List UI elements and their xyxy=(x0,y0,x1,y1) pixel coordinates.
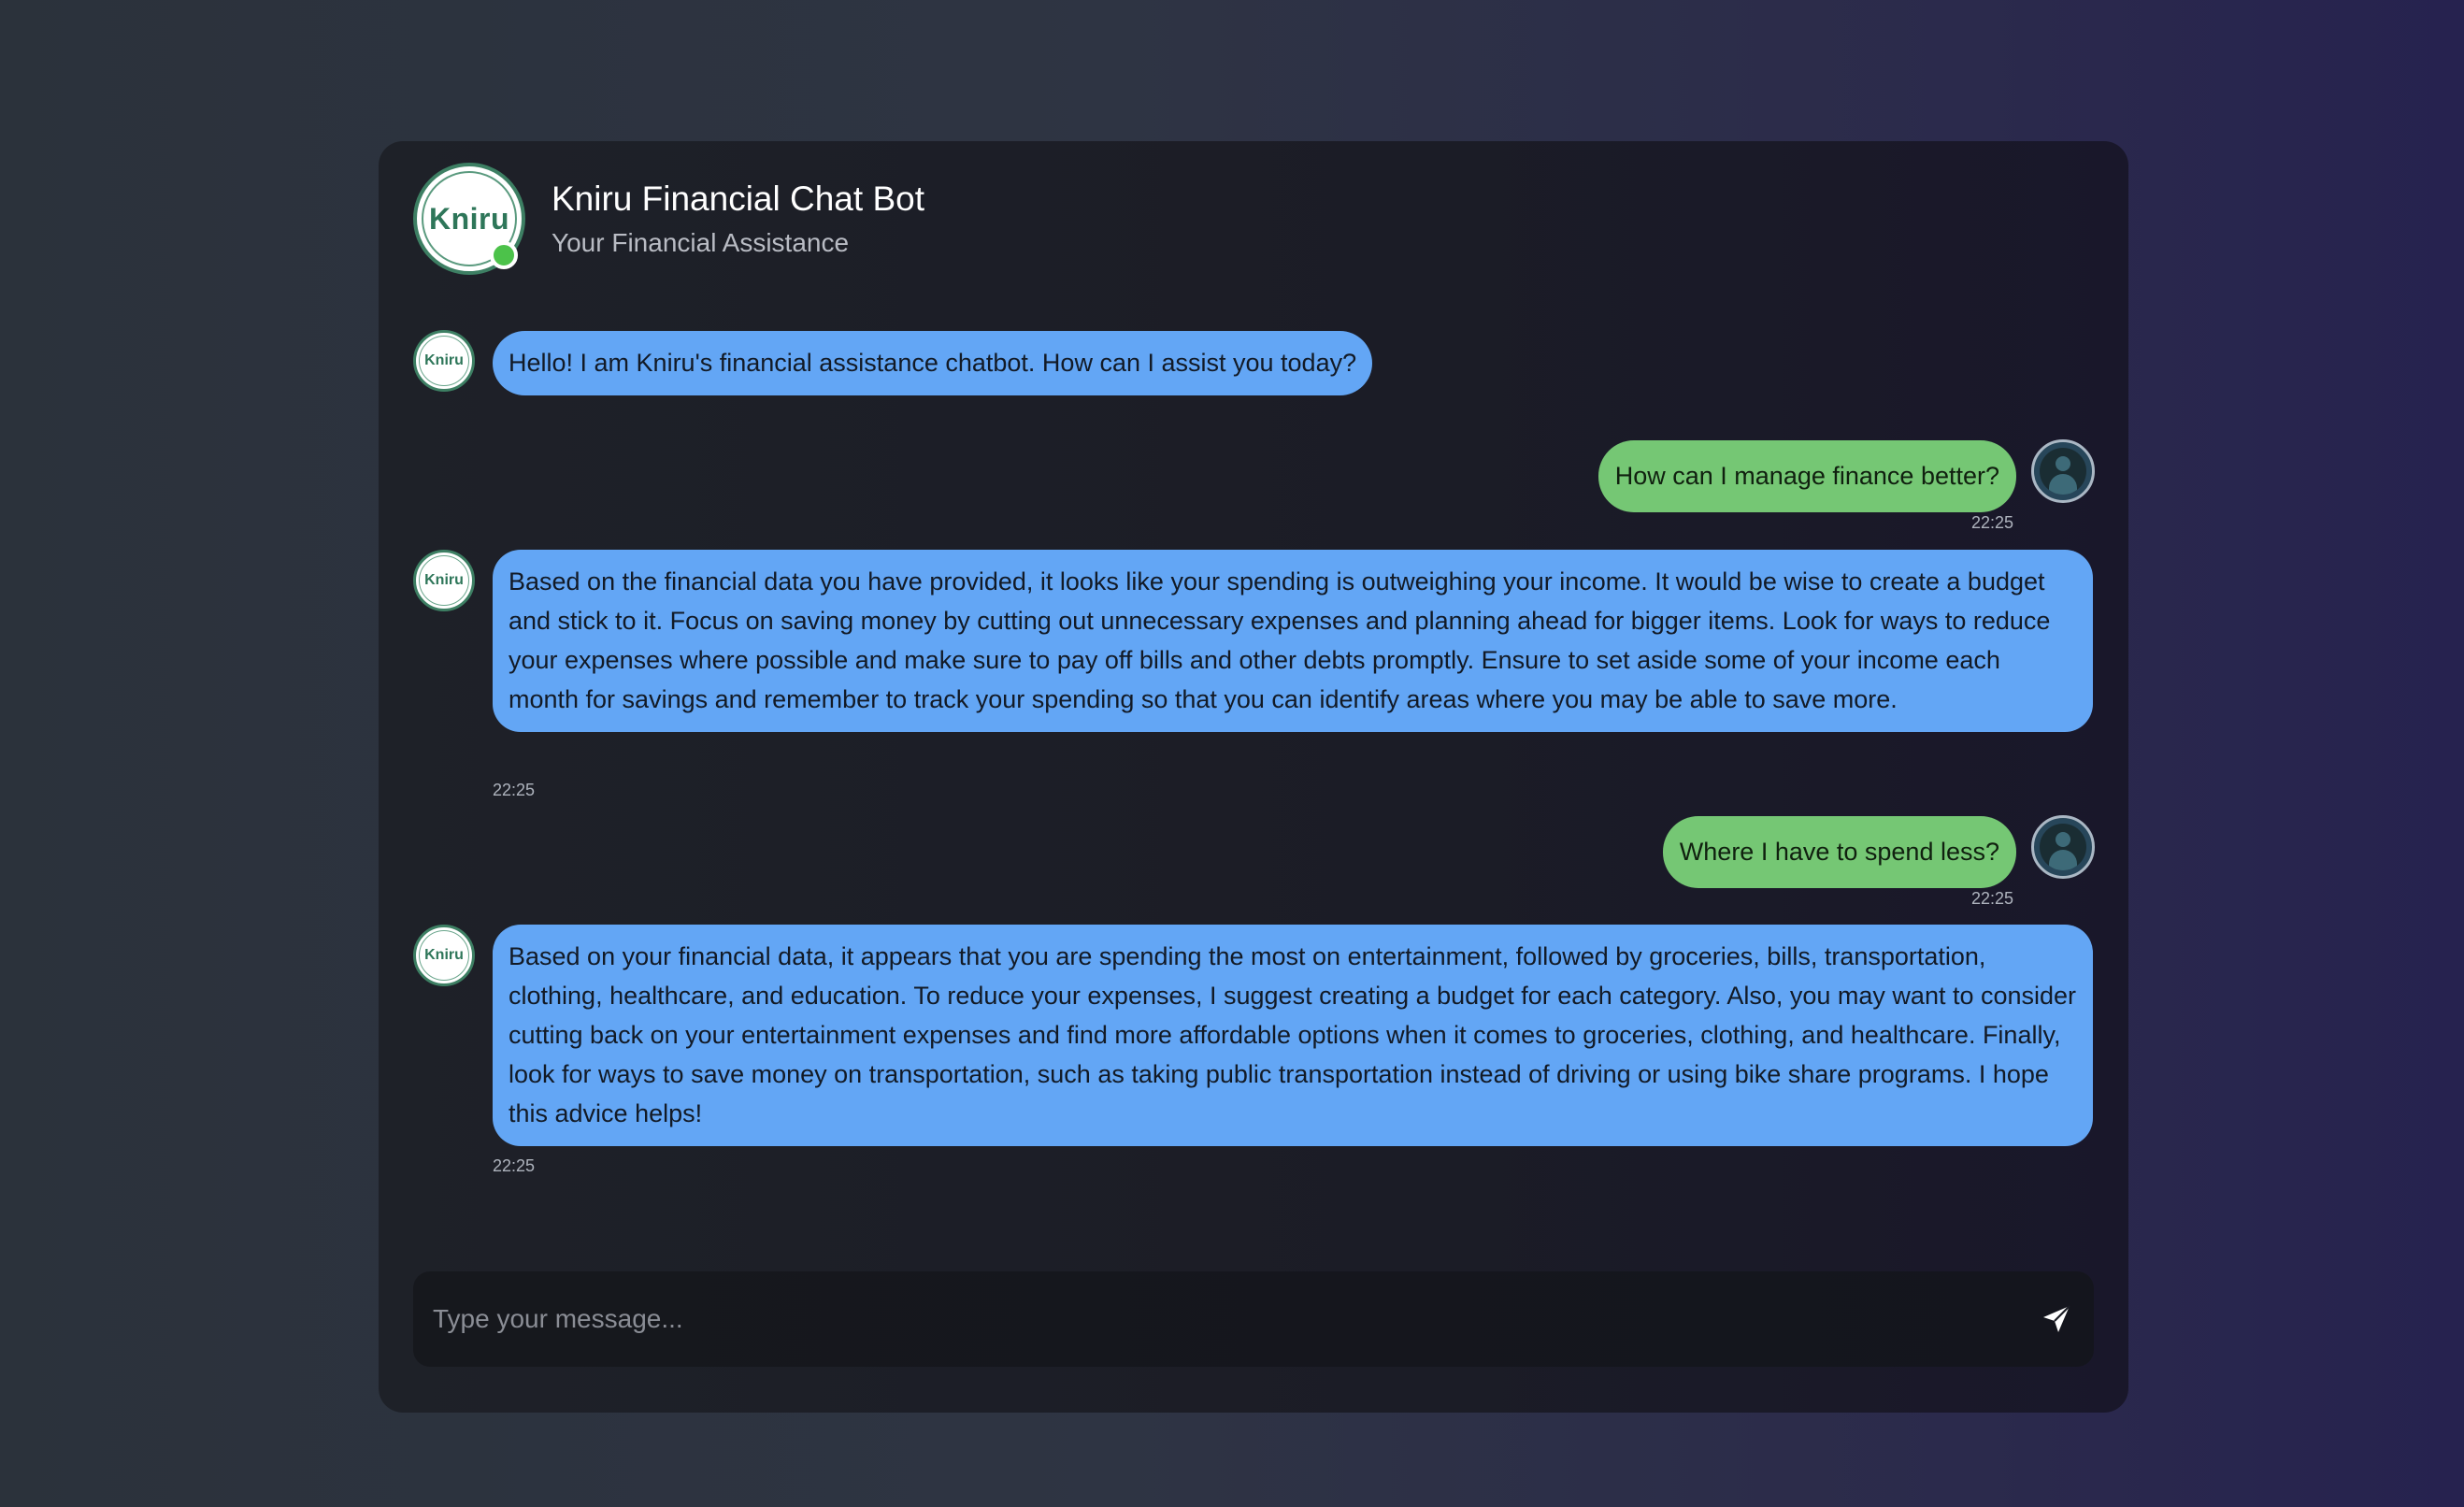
user-avatar-inner xyxy=(2040,824,2086,870)
user-head-shape xyxy=(2056,456,2070,471)
message-input-bar xyxy=(413,1271,2094,1367)
bot-avatar: Kniru xyxy=(413,330,475,392)
send-button[interactable] xyxy=(2040,1302,2073,1336)
bot-message: Based on the financial data you have pro… xyxy=(493,550,2093,732)
bot-avatar-text: Kniru xyxy=(424,572,464,588)
user-avatar-icon xyxy=(2031,439,2095,503)
bot-message: Based on your financial data, it appears… xyxy=(493,925,2093,1146)
user-avatar-inner xyxy=(2040,448,2086,495)
user-body-shape xyxy=(2049,850,2077,870)
user-avatar-icon xyxy=(2031,815,2095,879)
bot-avatar: Kniru xyxy=(413,925,475,986)
message-timestamp: 22:25 xyxy=(493,1156,536,1175)
user-body-shape xyxy=(2049,474,2077,495)
message-timestamp: 22:25 xyxy=(493,781,536,799)
user-message: How can I manage finance better? xyxy=(1597,440,2016,512)
send-arrow-icon xyxy=(2043,1305,2070,1332)
bot-message: Hello! I am Kniru's financial assistance… xyxy=(493,331,1373,395)
bot-avatar-text: Kniru xyxy=(424,947,464,963)
bot-avatar: Kniru xyxy=(413,550,475,611)
bot-avatar-text: Kniru xyxy=(424,352,464,368)
user-message: Where I have to spend less? xyxy=(1662,816,2016,888)
message-list: Kniru Hello! I am Kniru's financial assi… xyxy=(379,141,2128,1413)
message-input[interactable] xyxy=(413,1271,1993,1367)
message-timestamp: 22:25 xyxy=(1970,513,2013,532)
message-timestamp: 22:25 xyxy=(1970,889,2013,908)
user-head-shape xyxy=(2056,832,2070,847)
chat-window: Kniru Kniru Financial Chat Bot Your Fina… xyxy=(379,141,2128,1413)
